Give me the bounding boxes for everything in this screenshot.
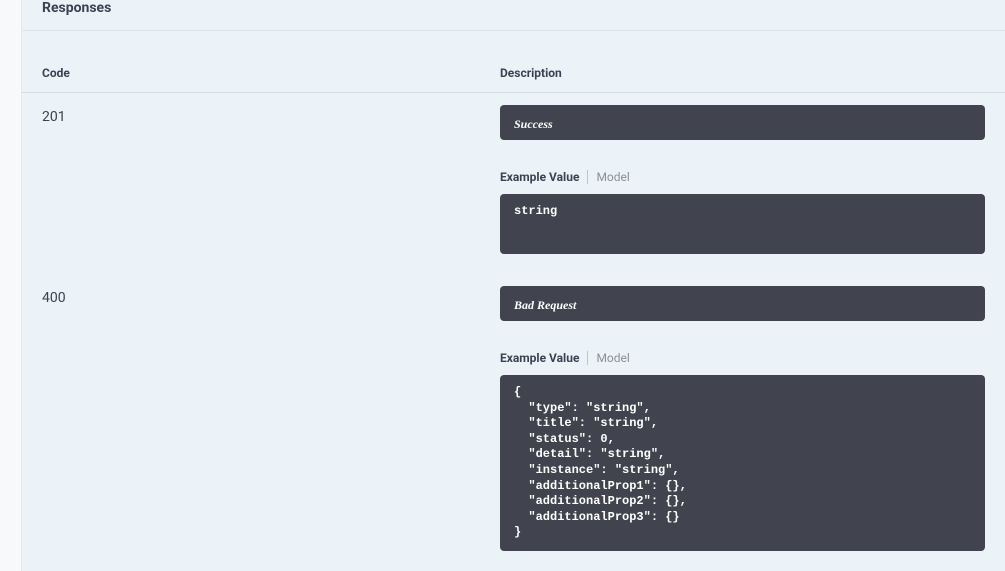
- response-description: Success Example Value Model string: [500, 105, 985, 254]
- tab-model[interactable]: Model: [587, 351, 637, 365]
- response-code: 201: [42, 105, 500, 254]
- response-description: Bad Request Example Value Model { "type"…: [500, 286, 985, 551]
- description-column-header: Description: [500, 66, 985, 80]
- response-tabs: Example Value Model: [500, 351, 985, 365]
- response-status-box: Bad Request: [500, 286, 985, 321]
- response-body[interactable]: string: [500, 194, 985, 254]
- response-row: 400 Bad Request Example Value Model { "t…: [22, 274, 1005, 571]
- tab-model[interactable]: Model: [587, 170, 637, 184]
- tab-example-value[interactable]: Example Value: [500, 351, 587, 365]
- section-title: Responses: [42, 0, 985, 16]
- response-status-label: Bad Request: [514, 298, 576, 312]
- left-gutter: [0, 0, 22, 571]
- code-column-header: Code: [42, 66, 500, 80]
- response-code: 400: [42, 286, 500, 551]
- tab-example-value[interactable]: Example Value: [500, 170, 587, 184]
- response-status-label: Success: [514, 117, 553, 131]
- response-body[interactable]: { "type": "string", "title": "string", "…: [500, 375, 985, 551]
- response-tabs: Example Value Model: [500, 170, 985, 184]
- responses-panel: Responses Code Description 201 Success E…: [22, 0, 1005, 571]
- response-row: 201 Success Example Value Model string: [22, 93, 1005, 274]
- response-status-box: Success: [500, 105, 985, 140]
